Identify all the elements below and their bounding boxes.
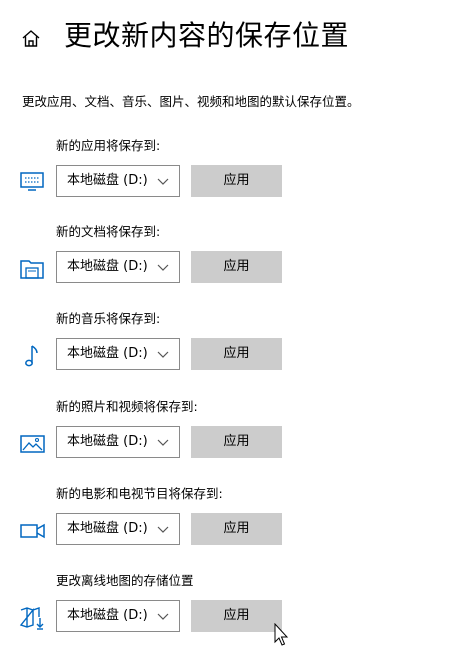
section-documents: 新的文档将保存到: 本地磁盘 (D:) 应用 xyxy=(0,223,476,293)
maps-apply-button[interactable]: 应用 xyxy=(191,600,282,632)
section-label: 新的电影和电视节目将保存到: xyxy=(56,486,223,501)
monitor-icon xyxy=(20,172,44,191)
selected-drive: 本地磁盘 (D:) xyxy=(67,346,148,361)
mouse-pointer-icon xyxy=(274,623,289,646)
section-label: 新的照片和视频将保存到: xyxy=(56,399,198,414)
section-label: 新的文档将保存到: xyxy=(56,224,161,239)
section-offline-maps: 更改离线地图的存储位置 本地磁盘 (D:) 应用 xyxy=(0,572,476,642)
photos-apply-button[interactable]: 应用 xyxy=(191,426,282,458)
movies-apply-button[interactable]: 应用 xyxy=(191,513,282,545)
chevron-down-icon xyxy=(157,526,169,533)
music-drive-select[interactable]: 本地磁盘 (D:) xyxy=(56,338,180,370)
section-music: 新的音乐将保存到: 本地磁盘 (D:) 应用 xyxy=(0,310,476,380)
selected-drive: 本地磁盘 (D:) xyxy=(67,608,148,623)
selected-drive: 本地磁盘 (D:) xyxy=(67,521,148,536)
picture-icon xyxy=(20,435,45,453)
section-photos-videos: 新的照片和视频将保存到: 本地磁盘 (D:) 应用 xyxy=(0,398,476,468)
documents-apply-button[interactable]: 应用 xyxy=(191,251,282,283)
chevron-down-icon xyxy=(157,178,169,185)
section-label: 更改离线地图的存储位置 xyxy=(56,573,194,588)
selected-drive: 本地磁盘 (D:) xyxy=(67,173,148,188)
page-description: 更改应用、文档、音乐、图片、视频和地图的默认保存位置。 xyxy=(22,94,360,109)
documents-drive-select[interactable]: 本地磁盘 (D:) xyxy=(56,251,180,283)
map-download-icon xyxy=(19,607,44,630)
section-apps: 新的应用将保存到: 本地磁盘 (D:) 应用 xyxy=(0,137,476,207)
section-label: 新的应用将保存到: xyxy=(56,138,161,153)
chevron-down-icon xyxy=(157,613,169,620)
music-apply-button[interactable]: 应用 xyxy=(191,338,282,370)
chevron-down-icon xyxy=(157,439,169,446)
documents-folder-icon xyxy=(20,260,44,279)
selected-drive: 本地磁盘 (D:) xyxy=(67,434,148,449)
chevron-down-icon xyxy=(157,264,169,271)
music-note-icon xyxy=(25,345,38,367)
chevron-down-icon xyxy=(157,351,169,358)
home-icon[interactable] xyxy=(20,28,42,50)
apps-apply-button[interactable]: 应用 xyxy=(191,165,282,197)
section-movies-tv: 新的电影和电视节目将保存到: 本地磁盘 (D:) 应用 xyxy=(0,485,476,555)
section-label: 新的音乐将保存到: xyxy=(56,311,161,326)
video-camera-icon xyxy=(20,523,45,539)
movies-drive-select[interactable]: 本地磁盘 (D:) xyxy=(56,513,180,545)
selected-drive: 本地磁盘 (D:) xyxy=(67,259,148,274)
maps-drive-select[interactable]: 本地磁盘 (D:) xyxy=(56,600,180,632)
apps-drive-select[interactable]: 本地磁盘 (D:) xyxy=(56,165,180,197)
photos-drive-select[interactable]: 本地磁盘 (D:) xyxy=(56,426,180,458)
page-title: 更改新内容的保存位置 xyxy=(64,19,350,52)
